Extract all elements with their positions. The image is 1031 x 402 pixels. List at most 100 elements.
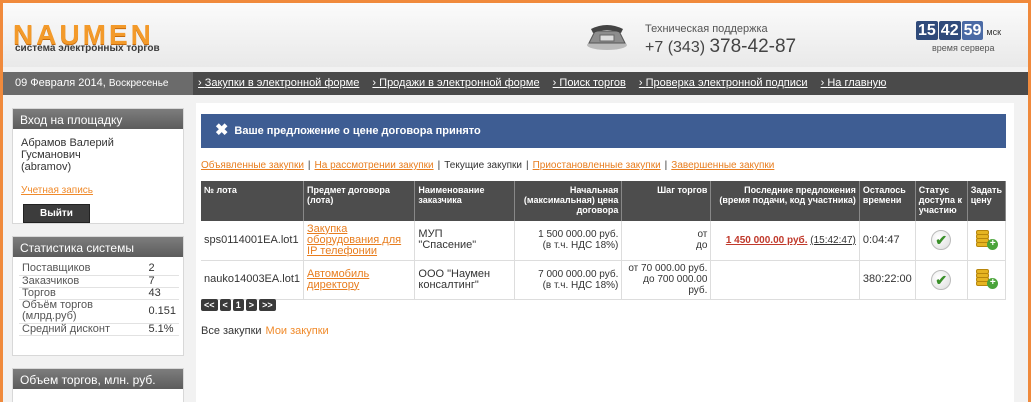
nav-link-search[interactable]: Поиск торгов <box>553 77 626 89</box>
footer-links: Все закупки Мои закупки <box>201 325 329 337</box>
logout-button[interactable]: Выйти <box>23 204 90 223</box>
account-link[interactable]: Учетная запись <box>21 185 175 196</box>
server-clock: 15 42 59 мск время сервера <box>916 21 1026 65</box>
main-navbar: 09 Февраля 2014, Воскресенье Закупки в э… <box>3 72 1028 95</box>
start-price: 1 500 000.00 руб. (в т.ч. НДС 18%) <box>514 221 623 261</box>
step-line2: до 700 000.00 руб. <box>643 274 708 296</box>
stats-panel-title: Статистика системы <box>13 237 183 257</box>
step-line1: от 70 000.00 руб. <box>628 263 708 274</box>
last-offer-time[interactable]: (15:42:47) <box>810 235 856 246</box>
set-price-cell: + <box>967 221 1007 261</box>
clock-timezone: мск <box>986 27 1002 37</box>
bid-step: от 70 000.00 руб. до 700 000.00 руб. <box>621 260 712 300</box>
tab-completed[interactable]: Завершенные закупки <box>671 160 774 171</box>
step-line2: до <box>695 240 708 252</box>
lots-table: № лота Предмет договора (лота) Наименова… <box>201 181 1007 300</box>
col-last-offers: Последние предложения (время подачи, код… <box>710 181 860 221</box>
pager-last-button[interactable]: >> <box>259 299 276 311</box>
pager-prev-button[interactable]: < <box>219 299 231 311</box>
customer-name: МУП "Спасение" <box>414 221 515 261</box>
stats-label: Средний дисконт <box>19 323 141 336</box>
lot-number: sps0114001EA.lot1 <box>201 221 305 261</box>
col-set-price: Задать цену <box>967 181 1007 221</box>
step-line1: от <box>697 229 708 241</box>
site-header: NAUMEN система электронных торгов Технич… <box>3 3 1028 67</box>
customer-line2: "Спасение" <box>418 239 477 252</box>
user-login: (abramov) <box>21 161 72 173</box>
clock-minutes: 42 <box>938 21 961 40</box>
table-row: sps0114001EA.lot1 Закупка оборудования д… <box>201 221 1007 261</box>
support-phone-main: 378-42-87 <box>709 36 797 57</box>
stats-table: Поставщиков 2 Заказчиков 7 Торгов 43 Объём … <box>19 263 179 336</box>
success-banner: ✖ Ваше предложение о цене договора принят… <box>201 114 1006 148</box>
naumen-logo[interactable]: NAUMEN система электронных торгов <box>13 19 193 54</box>
col-step: Шаг торгов <box>621 181 712 221</box>
phone-icon <box>587 25 627 50</box>
tab-separator: | <box>437 160 441 171</box>
last-offer-price[interactable]: 1 450 000.00 руб. <box>726 235 808 246</box>
set-price-cell: + <box>967 260 1007 300</box>
nav-link-home[interactable]: На главную <box>821 77 887 89</box>
tab-under-review[interactable]: На рассмотрении закупки <box>315 160 434 171</box>
clock-seconds: 59 <box>961 21 984 40</box>
tab-separator: | <box>664 160 668 171</box>
volume-panel-title: Объем торгов, млн. руб. <box>13 369 183 389</box>
col-subject: Предмет договора (лота) <box>303 181 416 221</box>
price-line2: (в т.ч. НДС 18%) <box>542 240 619 252</box>
coins-add-icon[interactable]: + <box>974 267 999 289</box>
login-panel: Вход на площадку Абрамов Валерий Гусмано… <box>12 108 184 224</box>
current-date: 09 Февраля 2014, Воскресенье <box>3 72 193 95</box>
clock-caption: время сервера <box>932 43 995 53</box>
nav-link-sales[interactable]: Продажи в электронной форме <box>372 77 539 89</box>
stats-panel: Статистика системы Поставщиков 2 Заказчик… <box>12 236 184 356</box>
table-row: nauko14003EA.lot1 Автомобиль директору О… <box>201 260 1007 300</box>
tab-suspended[interactable]: Приостановленные закупки <box>533 160 661 171</box>
support-block: Техническая поддержка +7 (343) 378-42-87 <box>645 23 796 58</box>
stats-row: Средний дисконт 5.1% <box>19 323 179 336</box>
all-procurements-label: Все закупки <box>201 325 262 337</box>
col-start-price: Начальная (максимальная) цена договора <box>514 181 623 221</box>
lot-subject-cell: Автомобиль директору <box>303 260 416 300</box>
stats-row: Объём торгов (млрд.руб) 0.151 <box>19 299 179 324</box>
stats-label: Торгов <box>19 287 141 300</box>
pager-page-button[interactable]: 1 <box>232 299 244 311</box>
nav-link-signature-check[interactable]: Проверка электронной подписи <box>639 77 808 89</box>
time-remaining: 0:04:47 <box>859 221 916 261</box>
nav-links: Закупки в электронной форме Продажи в эл… <box>198 72 896 95</box>
pager-first-button[interactable]: << <box>201 299 218 311</box>
bid-step: от до <box>621 221 712 261</box>
procurement-tabs: Объявленные закупки | На рассмотрении заку… <box>201 160 774 171</box>
col-remaining: Осталось времени <box>859 181 916 221</box>
lot-subject-link[interactable]: Закупка оборудования для IP телефонии <box>307 223 401 257</box>
date-text: 09 Февраля 2014, <box>15 77 106 89</box>
banner-text: Ваше предложение о цене договора принято <box>234 125 481 137</box>
nav-link-procurement[interactable]: Закупки в электронной форме <box>198 77 359 89</box>
pager-next-button[interactable]: > <box>245 299 258 311</box>
table-header-row: № лота Предмет договора (лота) Наименова… <box>201 181 1007 221</box>
coins-add-icon[interactable]: + <box>974 228 999 250</box>
clock-hours: 15 <box>916 21 938 40</box>
volume-panel: Объем торгов, млн. руб. <box>12 368 184 402</box>
support-label: Техническая поддержка <box>645 23 768 35</box>
user-full-name: Абрамов Валерий Гусманович <box>21 137 114 161</box>
main-content: ✖ Ваше предложение о цене договора принят… <box>196 103 1014 402</box>
tab-announced[interactable]: Объявленные закупки <box>201 160 304 171</box>
lot-subject-link[interactable]: Автомобиль директору <box>307 268 369 291</box>
login-panel-title: Вход на площадку <box>13 109 183 129</box>
checkmark-icon: ✔ <box>931 269 952 290</box>
support-phone-prefix: +7 (343) <box>645 39 710 56</box>
col-lot: № лота <box>201 181 305 221</box>
access-status-cell: ✔ <box>915 221 968 261</box>
tab-separator: | <box>525 160 529 171</box>
stats-row: Торгов 43 <box>19 287 179 300</box>
my-procurements-link[interactable]: Мои закупки <box>266 325 329 337</box>
last-offer <box>710 260 860 300</box>
lot-number: nauko14003EA.lot1 <box>201 260 305 300</box>
price-line1: 1 500 000.00 руб. <box>538 229 619 241</box>
tab-separator: | <box>307 160 311 171</box>
price-line1: 7 000 000.00 руб. <box>538 268 619 280</box>
price-line2: (в т.ч. НДС 18%) <box>542 279 619 291</box>
close-icon[interactable]: ✖ <box>215 122 228 139</box>
user-name: Абрамов Валерий Гусманович (abramov) <box>13 129 183 173</box>
tab-current[interactable]: Текущие закупки <box>444 160 522 171</box>
